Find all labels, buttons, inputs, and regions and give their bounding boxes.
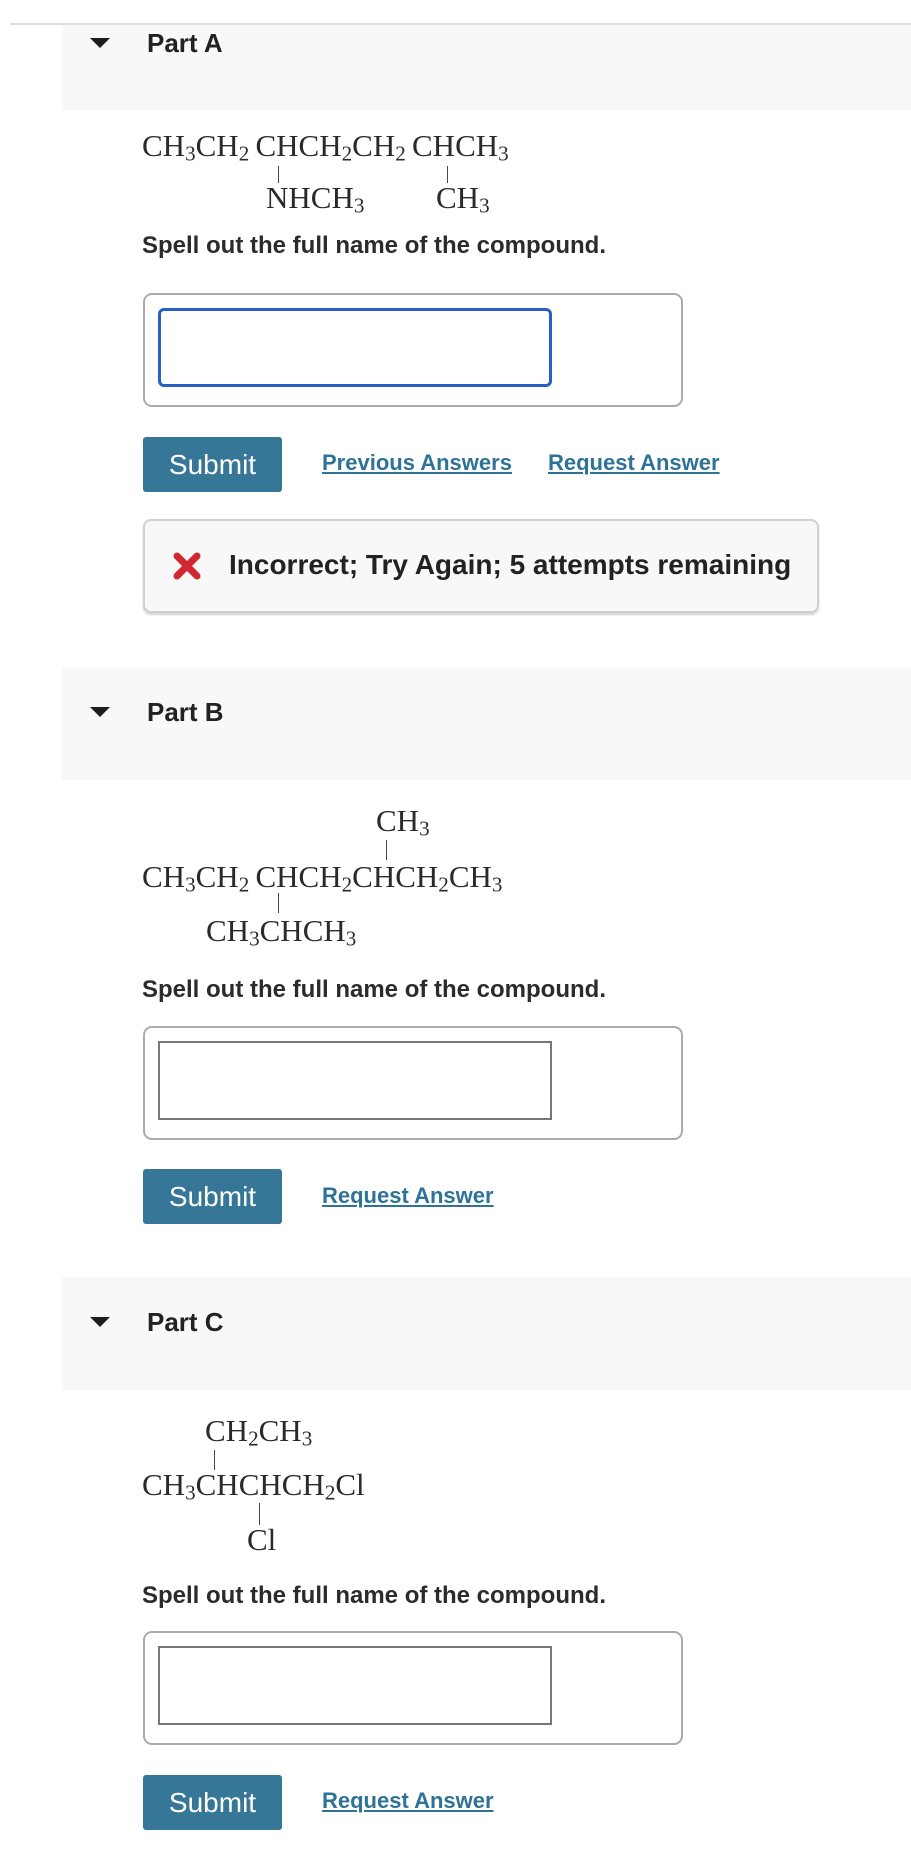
formula-main-chain: CH3CH2 CHCH2CH2 CHCH3 xyxy=(142,128,509,166)
question-prompt: Spell out the full name of the compound. xyxy=(142,232,606,259)
question-prompt: Spell out the full name of the compound. xyxy=(142,1582,606,1609)
answer-input[interactable] xyxy=(158,1041,552,1120)
collapse-caret-icon[interactable] xyxy=(90,38,110,48)
bond-line xyxy=(278,893,279,913)
collapse-caret-icon[interactable] xyxy=(90,1317,110,1327)
formula-substituent: Cl xyxy=(247,1522,277,1557)
answer-input[interactable] xyxy=(158,1646,552,1725)
request-answer-link[interactable]: Request Answer xyxy=(322,1183,494,1209)
answer-input[interactable] xyxy=(158,308,552,387)
feedback-message: Incorrect; Try Again; 5 attempts remaini… xyxy=(143,519,819,613)
part-c-title: Part C xyxy=(147,1307,224,1337)
request-answer-link[interactable]: Request Answer xyxy=(322,1788,494,1814)
formula-substituent: CH3CHCH3 xyxy=(206,913,357,951)
feedback-text: Incorrect; Try Again; 5 attempts remaini… xyxy=(229,549,792,580)
question-prompt: Spell out the full name of the compound. xyxy=(142,976,606,1003)
request-answer-link[interactable]: Request Answer xyxy=(548,450,720,476)
submit-button[interactable]: Submit xyxy=(143,1169,282,1224)
part-a-title: Part A xyxy=(147,28,223,58)
previous-answers-link[interactable]: Previous Answers xyxy=(322,450,512,476)
submit-button[interactable]: Submit xyxy=(143,1775,282,1830)
submit-button[interactable]: Submit xyxy=(143,437,282,492)
x-mark-icon xyxy=(173,552,201,580)
formula-main-chain: CH3CH2 CHCH2CHCH2CH3 xyxy=(142,859,503,897)
collapse-caret-icon[interactable] xyxy=(90,707,110,717)
formula-substituent: CH3 xyxy=(436,180,490,218)
formula-substituent: CH3 xyxy=(376,803,430,841)
formula-substituent: NHCH3 xyxy=(266,180,365,218)
part-b-title: Part B xyxy=(147,697,224,727)
bond-line xyxy=(386,840,387,860)
formula-substituent: CH2CH3 xyxy=(205,1413,313,1451)
formula-main-chain: CH3CHCHCH2Cl xyxy=(142,1467,365,1505)
